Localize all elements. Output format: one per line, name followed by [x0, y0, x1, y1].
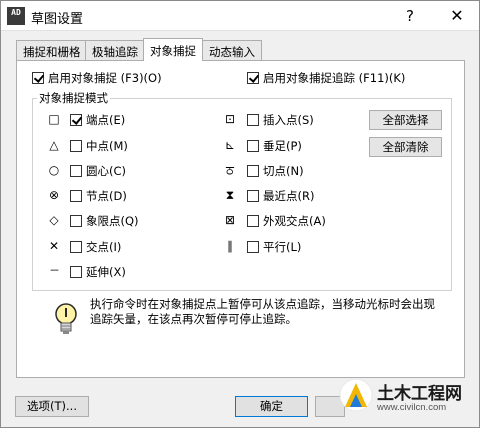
sketch-settings-dialog: AD 草图设置 ? ✕ 捕捉和栅格 极轴追踪 对象捕捉 动态输入 启用对象捕捉 … [0, 0, 480, 428]
enable-object-snap-checkbox[interactable] [32, 72, 44, 84]
lightbulb-icon [55, 303, 77, 334]
insertion-checkbox[interactable] [247, 114, 259, 126]
extension-marker-icon: --- [50, 265, 59, 276]
enable-snap-tracking-checkbox[interactable] [247, 72, 259, 84]
endpoint-checkbox[interactable] [70, 114, 82, 126]
mode-tangent[interactable]: 切点(N) [247, 163, 304, 179]
enable-object-snap[interactable]: 启用对象捕捉 (F3)(O) [32, 70, 162, 86]
mode-intersection[interactable]: 交点(I) [70, 239, 121, 255]
mode-center[interactable]: 圆心(C) [70, 163, 126, 179]
title-bar: AD 草图设置 ? ✕ [1, 1, 479, 31]
mode-extension[interactable]: 延伸(X) [70, 264, 126, 280]
mode-endpoint[interactable]: 端点(E) [70, 112, 125, 128]
watermark-url: www.civilcn.com [377, 402, 447, 413]
site-watermark: 土木工程网 www.civilcn.com [333, 371, 480, 429]
ok-button[interactable]: 确定 [235, 396, 308, 417]
perpendicular-marker-icon: ⊾ [224, 138, 236, 152]
tab-polar-tracking[interactable]: 极轴追踪 [85, 40, 145, 60]
watermark-logo-icon [339, 378, 373, 412]
app-icon: AD [7, 7, 25, 25]
center-marker-icon: ○ [48, 163, 60, 177]
tab-dynamic-input[interactable]: 动态输入 [202, 40, 262, 60]
mode-apparent-intersection[interactable]: 外观交点(A) [247, 213, 326, 229]
quadrant-checkbox[interactable] [70, 215, 82, 227]
select-all-button[interactable]: 全部选择 [369, 110, 442, 130]
intersection-checkbox[interactable] [70, 241, 82, 253]
apparent-intersection-marker-icon: ⊠ [224, 213, 236, 227]
midpoint-checkbox[interactable] [70, 140, 82, 152]
mode-perpendicular[interactable]: 垂足(P) [247, 138, 302, 154]
nearest-marker-icon: ⧗ [225, 188, 235, 202]
tab-object-snap[interactable]: 对象捕捉 [143, 38, 203, 61]
mode-node[interactable]: 节点(D) [70, 188, 127, 204]
parallel-marker-icon: ∥ [227, 239, 233, 253]
node-checkbox[interactable] [70, 190, 82, 202]
mode-nearest[interactable]: 最近点(R) [247, 188, 314, 204]
mode-parallel[interactable]: 平行(L) [247, 239, 301, 255]
watermark-title: 土木工程网 [377, 384, 462, 404]
endpoint-marker-icon: □ [48, 112, 60, 126]
snap-modes-group-title: 对象捕捉模式 [37, 90, 110, 106]
tab-snap-grid[interactable]: 捕捉和栅格 [16, 40, 88, 60]
options-button[interactable]: 选项(T)... [15, 396, 89, 417]
center-checkbox[interactable] [70, 165, 82, 177]
insertion-marker-icon: ⊡ [224, 112, 236, 126]
nearest-checkbox[interactable] [247, 190, 259, 202]
mode-insertion[interactable]: 插入点(S) [247, 112, 314, 128]
object-snap-panel: 启用对象捕捉 (F3)(O) 启用对象捕捉追踪 (F11)(K) 对象捕捉模式 … [16, 60, 465, 378]
mode-quadrant[interactable]: 象限点(Q) [70, 213, 139, 229]
close-button[interactable]: ✕ [446, 5, 468, 27]
intersection-marker-icon: ✕ [48, 239, 60, 253]
node-marker-icon: ⊗ [48, 188, 60, 202]
mode-midpoint[interactable]: 中点(M) [70, 138, 128, 154]
parallel-checkbox[interactable] [247, 241, 259, 253]
perpendicular-checkbox[interactable] [247, 140, 259, 152]
midpoint-marker-icon: △ [49, 138, 59, 152]
tangent-marker-icon: ਠ [226, 163, 234, 177]
tracking-info-text: 执行命令时在对象捕捉点上暂停可从该点追踪，当移动光标时会出现追踪矢量，在该点再次… [90, 297, 435, 326]
apparent-intersection-checkbox[interactable] [247, 215, 259, 227]
quadrant-marker-icon: ◇ [49, 213, 59, 227]
help-button[interactable]: ? [399, 5, 421, 27]
dialog-title: 草图设置 [31, 12, 84, 27]
extension-checkbox[interactable] [70, 266, 82, 278]
tangent-checkbox[interactable] [247, 165, 259, 177]
clear-all-button[interactable]: 全部清除 [369, 137, 442, 157]
enable-snap-tracking[interactable]: 启用对象捕捉追踪 (F11)(K) [247, 70, 405, 86]
